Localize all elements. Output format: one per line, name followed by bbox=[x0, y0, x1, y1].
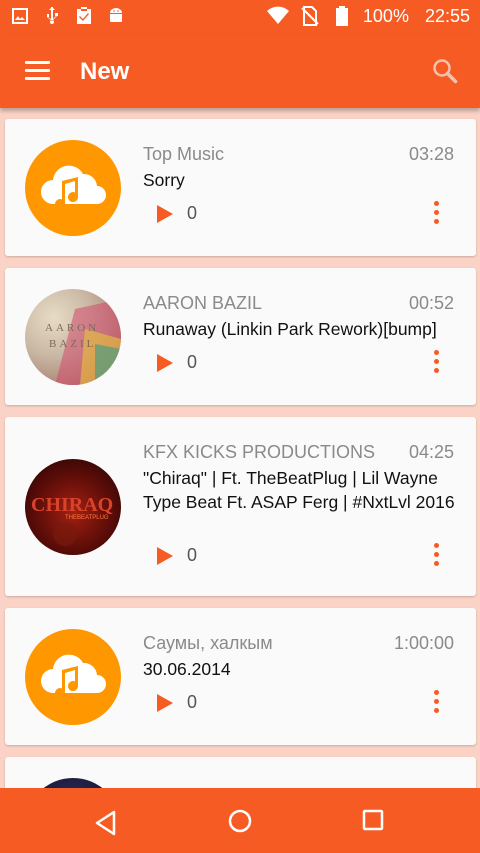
app-bar: New bbox=[0, 34, 480, 108]
menu-icon[interactable] bbox=[25, 61, 50, 81]
track-card[interactable]: AARON BAZIL AARON BAZIL 00:52 Runaway (L… bbox=[5, 268, 476, 405]
track-card[interactable] bbox=[5, 757, 476, 788]
notification-icons bbox=[10, 6, 126, 26]
more-options-icon[interactable] bbox=[434, 543, 440, 567]
track-title: 30.06.2014 bbox=[143, 659, 231, 679]
play-count: 0 bbox=[187, 692, 198, 712]
home-icon[interactable] bbox=[227, 808, 253, 834]
track-author: Саумы, халкым bbox=[143, 633, 273, 653]
track-card[interactable]: Саумы, халкым 1:00:00 30.06.2014 0 bbox=[5, 608, 476, 745]
play-count: 0 bbox=[187, 352, 198, 372]
track-author: Top Music bbox=[143, 144, 225, 164]
play-icon[interactable] bbox=[157, 204, 173, 223]
track-author: AARON BAZIL bbox=[143, 293, 263, 313]
track-duration: 04:25 bbox=[408, 442, 454, 462]
battery-icon bbox=[335, 6, 348, 26]
svg-text:BAZIL: BAZIL bbox=[49, 338, 96, 350]
search-icon[interactable] bbox=[432, 58, 458, 84]
status-time: 22:55 bbox=[424, 5, 470, 26]
track-card[interactable]: CHIRAQ THEBEATPLUG KFX KICKS PRODUCTIONS… bbox=[5, 417, 476, 596]
play-row[interactable]: 0 bbox=[157, 692, 197, 713]
android-icon bbox=[110, 7, 122, 22]
play-icon[interactable] bbox=[157, 693, 173, 712]
usb-icon bbox=[47, 7, 58, 24]
back-icon[interactable] bbox=[94, 810, 118, 836]
play-count: 0 bbox=[187, 203, 198, 223]
play-row[interactable]: 0 bbox=[157, 203, 197, 224]
track-duration: 03:28 bbox=[408, 144, 454, 164]
track-title: Sorry bbox=[143, 170, 185, 190]
svg-text:CHIRAQ: CHIRAQ bbox=[31, 494, 113, 516]
track-artwork bbox=[25, 778, 121, 788]
more-options-icon[interactable] bbox=[434, 201, 440, 225]
more-options-icon[interactable] bbox=[434, 690, 440, 714]
album-art: AARON BAZIL bbox=[45, 299, 121, 385]
play-icon[interactable] bbox=[157, 353, 173, 372]
track-artwork bbox=[25, 629, 121, 725]
more-options-icon[interactable] bbox=[434, 350, 440, 374]
track-duration: 00:52 bbox=[408, 293, 454, 313]
svg-text:AARON: AARON bbox=[45, 322, 99, 334]
play-row[interactable]: 0 bbox=[157, 352, 197, 373]
system-icons: 100% 22:55 bbox=[266, 5, 470, 27]
track-artwork bbox=[25, 140, 121, 236]
cloud-music-icon bbox=[41, 165, 106, 210]
album-art: CHIRAQ THEBEATPLUG bbox=[31, 494, 113, 546]
status-bar: 100% 22:55 bbox=[0, 0, 480, 34]
page-title: New bbox=[80, 58, 130, 85]
cloud-music-icon bbox=[41, 654, 106, 699]
track-artwork: CHIRAQ THEBEATPLUG bbox=[25, 459, 121, 555]
clipboard-check-icon bbox=[77, 7, 91, 24]
recent-apps-icon[interactable] bbox=[362, 809, 384, 831]
track-artwork: AARON BAZIL bbox=[25, 289, 121, 385]
track-duration: 1:00:00 bbox=[393, 633, 454, 653]
svg-text:THEBEATPLUG: THEBEATPLUG bbox=[65, 515, 109, 521]
battery-percent: 100% bbox=[362, 5, 409, 26]
track-list[interactable]: Top Music 03:28 Sorry 0 AARON BAZIL AARO… bbox=[0, 108, 480, 788]
navigation-bar bbox=[0, 788, 480, 853]
no-sim-icon bbox=[301, 6, 319, 26]
image-icon bbox=[12, 8, 28, 24]
wifi-icon bbox=[266, 6, 289, 24]
track-title: "Chiraq" | Ft. TheBeatPlug | Lil Wayne T… bbox=[143, 468, 455, 512]
track-title: Runaway (Linkin Park Rework)[bump] bbox=[143, 319, 437, 339]
track-card[interactable]: Top Music 03:28 Sorry 0 bbox=[5, 119, 476, 256]
track-author: KFX KICKS PRODUCTIONS bbox=[143, 442, 376, 462]
play-icon[interactable] bbox=[157, 546, 173, 565]
play-row[interactable]: 0 bbox=[157, 545, 197, 566]
play-count: 0 bbox=[187, 545, 198, 565]
